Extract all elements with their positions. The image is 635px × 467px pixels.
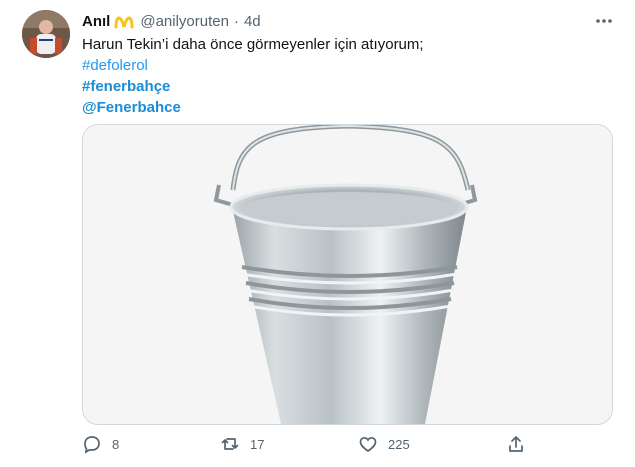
tweet[interactable]: Anıl @anilyoruten · 4d Harun Tekin’i dah… (0, 0, 635, 467)
share-button[interactable] (506, 430, 536, 458)
author-handle[interactable]: @anilyoruten (140, 13, 229, 30)
hashtag-defolerol[interactable]: #defolerol (82, 55, 424, 76)
tweet-header: Anıl @anilyoruten · 4d (82, 11, 261, 31)
tweet-actions: 8 17 225 (82, 430, 602, 458)
mcdonalds-badge-icon (114, 16, 134, 29)
like-icon (359, 436, 377, 453)
retweet-button[interactable]: 17 (220, 430, 264, 458)
avatar[interactable] (22, 10, 70, 58)
reply-button[interactable]: 8 (82, 430, 119, 458)
tweet-media-image[interactable] (82, 124, 613, 425)
like-count: 225 (388, 436, 410, 452)
tweet-text-line: Harun Tekin’i daha önce görmeyenler için… (82, 36, 424, 53)
tweet-text: Harun Tekin’i daha önce görmeyenler için… (82, 34, 424, 118)
reply-icon (84, 436, 100, 454)
timestamp[interactable]: 4d (244, 13, 261, 30)
reply-count: 8 (112, 436, 120, 452)
more-icon[interactable] (593, 10, 615, 32)
share-icon (509, 436, 523, 452)
author-name[interactable]: Anıl (82, 13, 110, 30)
separator-dot: · (233, 12, 239, 30)
retweet-icon (221, 438, 239, 450)
like-button[interactable]: 225 (358, 430, 410, 458)
mention-fenerbahce[interactable]: @Fenerbahce (82, 97, 424, 118)
retweet-count: 17 (250, 436, 265, 452)
hashtag-fenerbahce[interactable]: #fenerbahçe (82, 76, 424, 97)
